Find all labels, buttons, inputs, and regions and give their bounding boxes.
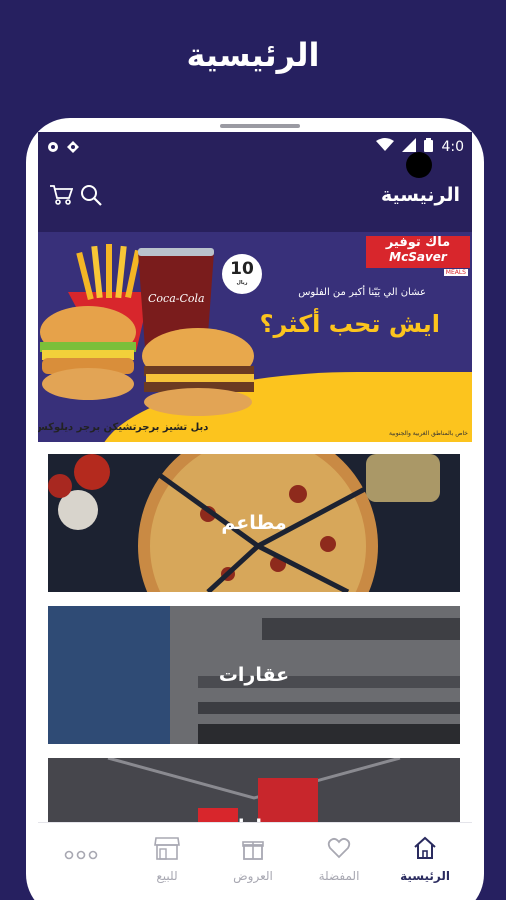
phone-screen: 4:0 الرنيسية Coca-Cola 10 ريال ماك توفير… [38, 132, 472, 900]
nav-item-home[interactable]: الرئيسية [382, 835, 468, 883]
nav-item-more[interactable] [38, 835, 124, 869]
brand-arabic: ماك توفير [385, 235, 451, 250]
mcsaver-logo: ماك توفير McSaver MEALS [366, 235, 470, 276]
price-value: 10 [230, 259, 254, 279]
nav-label-favorites: المفضلة [318, 869, 360, 883]
brand-tag: MEALS [443, 269, 468, 276]
page-title: الرئيسية [186, 36, 320, 74]
phone-speaker [220, 124, 300, 128]
app-bar: 4:0 الرنيسية [38, 132, 472, 232]
app-bar-title: الرنيسية [381, 184, 460, 206]
brand-english: McSaver [389, 250, 447, 264]
notification-icon [66, 139, 80, 158]
category-label-real-estate: عقارات [218, 664, 290, 686]
category-label-restaurants: مطاعم [221, 512, 287, 534]
category-card-restaurants[interactable]: مطاعم [48, 454, 460, 592]
gift-icon [240, 835, 266, 861]
nav-item-for-sale[interactable]: للبيع [124, 835, 210, 883]
caption-chicken-burger: تشيكن برجر ديلوكس [38, 422, 137, 433]
search-icon[interactable] [78, 182, 104, 208]
nav-label-offers: العروض [233, 869, 273, 883]
cart-icon[interactable] [48, 182, 74, 208]
heart-icon [326, 835, 352, 861]
price-badge: 10 ريال [222, 254, 262, 294]
bottom-nav: الرئيسية المفضلة العروض للبيع [38, 822, 472, 900]
coca-cola-logo: Coca-Cola [148, 292, 205, 305]
store-icon [153, 835, 181, 861]
sync-icon [46, 139, 60, 158]
double-cheeseburger-icon [142, 328, 254, 416]
home-icon [412, 835, 438, 861]
nav-item-favorites[interactable]: المفضلة [296, 835, 382, 883]
promo-subtitle: عشان الي يَيّنا أكبر من الفلوس [298, 287, 426, 298]
phone-frame: 4:0 الرنيسية Coca-Cola 10 ريال ماك توفير… [26, 118, 484, 900]
legal-note: خاص بالمناطق الغربية والجنوبية [389, 430, 468, 437]
promo-banner[interactable]: Coca-Cola 10 ريال ماك توفير McSaver MEAL… [38, 232, 472, 442]
promo-headline: ايش تحب أكثر؟ [259, 310, 440, 338]
more-icon [61, 835, 101, 861]
status-time: 4:0 [441, 139, 464, 155]
wifi-icon [376, 138, 395, 156]
caption-double-cheeseburger: دبل تشيز برجر [136, 422, 209, 433]
category-card-real-estate[interactable]: عقارات [48, 606, 460, 744]
nav-label-for-sale: للبيع [156, 869, 178, 883]
nav-label-home: الرئيسية [400, 869, 450, 883]
price-unit: ريال [236, 280, 248, 286]
front-camera [406, 152, 432, 178]
nav-item-offers[interactable]: العروض [210, 835, 296, 883]
chicken-burger-icon [40, 306, 136, 400]
